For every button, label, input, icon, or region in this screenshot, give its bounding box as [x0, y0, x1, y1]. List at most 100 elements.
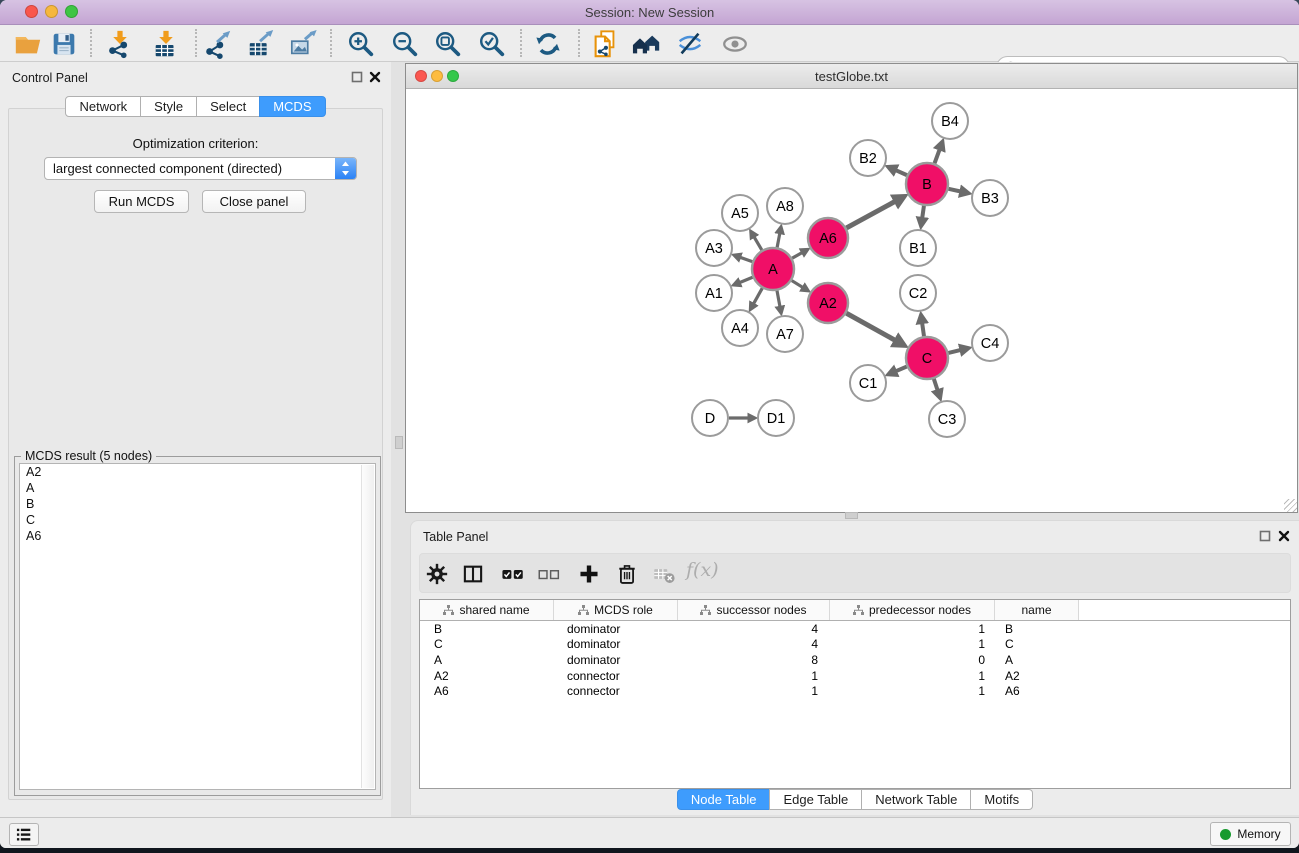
result-list-item[interactable]: A2 — [20, 464, 375, 480]
tab-node-table[interactable]: Node Table — [677, 789, 771, 810]
graph-edge-A-A7[interactable] — [777, 291, 780, 307]
add-column-icon[interactable] — [575, 560, 603, 588]
column-header-MCDS-role[interactable]: MCDS role — [554, 600, 678, 620]
network-canvas[interactable]: AA1A2A3A4A5A6A7A8BB1B2B3B4CC1C2C3C4DD1 — [406, 89, 1297, 512]
first-neighbors-icon[interactable] — [631, 28, 663, 60]
column-header-shared-name[interactable]: shared name — [420, 600, 554, 620]
table-cell: connector — [554, 684, 678, 698]
graph-edge-A-A5[interactable] — [754, 237, 762, 250]
graph-node-label: C2 — [909, 286, 928, 302]
tab-network-table[interactable]: Network Table — [861, 789, 971, 810]
horizontal-split-handle[interactable] — [845, 512, 858, 519]
function-builder-button[interactable]: f(x) — [686, 559, 719, 581]
tab-network[interactable]: Network — [65, 96, 141, 117]
table-cell: 1 — [830, 684, 995, 698]
table-cell: B — [420, 622, 554, 636]
graph-edge-C-C3[interactable] — [934, 379, 938, 391]
toolbar-separator — [578, 29, 580, 57]
table-cell: 1 — [678, 669, 830, 683]
table-row[interactable]: Cdominator41C — [420, 637, 1290, 653]
table-row[interactable]: Bdominator41B — [420, 621, 1290, 637]
import-table-icon[interactable] — [150, 28, 182, 60]
result-list-item[interactable]: A — [20, 480, 375, 496]
zoom-out-icon[interactable] — [389, 28, 421, 60]
resize-corner[interactable] — [1284, 499, 1297, 512]
export-network-icon[interactable] — [202, 28, 234, 60]
memory-button[interactable]: Memory — [1210, 822, 1291, 846]
tab-edge-table[interactable]: Edge Table — [769, 789, 862, 810]
table-cell: 1 — [830, 669, 995, 683]
graph-node-label: A5 — [731, 206, 749, 222]
graph-node-label: A8 — [776, 199, 794, 215]
graph-edge-C-C4[interactable] — [948, 350, 960, 353]
save-session-icon[interactable] — [48, 28, 80, 60]
graph-node-label: C — [922, 351, 932, 367]
zoom-selected-icon[interactable] — [476, 28, 508, 60]
float-panel-icon[interactable] — [1259, 530, 1271, 542]
tab-select[interactable]: Select — [196, 96, 260, 117]
close-panel-button[interactable]: Close panel — [202, 190, 306, 213]
graph-edge-A-A6[interactable] — [792, 253, 802, 259]
result-list-item[interactable]: B — [20, 496, 375, 512]
zoom-in-icon[interactable] — [345, 28, 377, 60]
graph-edge-B-B3[interactable] — [948, 189, 960, 192]
show-panel-icon[interactable] — [719, 28, 751, 60]
close-panel-icon[interactable] — [1278, 530, 1290, 542]
tab-style[interactable]: Style — [140, 96, 197, 117]
graph-edge-C-C1[interactable] — [896, 367, 907, 372]
table-row[interactable]: A6connector11A6 — [420, 683, 1290, 699]
graph-edge-C-C2[interactable] — [922, 323, 924, 336]
graph-node-label: B4 — [941, 114, 959, 130]
refresh-layout-icon[interactable] — [532, 28, 564, 60]
clone-network-icon[interactable] — [589, 28, 621, 60]
tab-mcds[interactable]: MCDS — [259, 96, 325, 117]
graph-edge-B-B2[interactable] — [895, 170, 906, 175]
list-scrollbar[interactable] — [361, 465, 374, 788]
column-header-name[interactable]: name — [995, 600, 1079, 620]
close-panel-icon[interactable] — [369, 71, 381, 83]
tab-motifs[interactable]: Motifs — [970, 789, 1033, 810]
graph-edge-A-A4[interactable] — [753, 288, 762, 304]
table-cell: 8 — [678, 653, 830, 667]
graph-edge-A-A3[interactable] — [740, 257, 752, 261]
graph-edge-A-A1[interactable] — [740, 277, 753, 282]
select-all-columns-icon[interactable] — [499, 560, 527, 588]
result-list-item[interactable]: A6 — [20, 528, 375, 544]
show-columns-icon[interactable] — [459, 560, 487, 588]
open-session-icon[interactable] — [12, 28, 44, 60]
graph-edge-B-B1[interactable] — [922, 206, 924, 219]
import-network-icon[interactable] — [104, 28, 136, 60]
table-row[interactable]: Adominator80A — [420, 652, 1290, 668]
table-header: shared nameMCDS rolesuccessor nodesprede… — [420, 600, 1290, 621]
unselect-all-columns-icon[interactable] — [535, 560, 563, 588]
vertical-split-handle[interactable] — [395, 436, 403, 449]
result-list-item[interactable]: C — [20, 512, 375, 528]
table-cell: C — [420, 637, 554, 651]
export-table-icon[interactable] — [245, 28, 277, 60]
float-panel-icon[interactable] — [351, 71, 363, 83]
optimization-criterion-select[interactable]: largest connected component (directed) — [44, 157, 357, 180]
column-header-predecessor-nodes[interactable]: predecessor nodes — [830, 600, 995, 620]
mcds-result-group: MCDS result (5 nodes) A2ABCA6 — [14, 456, 381, 796]
graph-node-label: C4 — [981, 336, 1000, 352]
hide-panel-icon[interactable] — [674, 28, 706, 60]
graph-edge-A-A2[interactable] — [792, 281, 803, 288]
table-cell: A2 — [995, 669, 1079, 683]
graph-edge-A2-C[interactable] — [846, 313, 895, 340]
delete-columns-icon[interactable] — [613, 560, 641, 588]
toolbar-separator — [195, 29, 197, 57]
column-header-successor-nodes[interactable]: successor nodes — [678, 600, 830, 620]
graph-edge-B-B4[interactable] — [935, 149, 940, 163]
export-image-icon[interactable] — [288, 28, 320, 60]
run-mcds-button[interactable]: Run MCDS — [94, 190, 189, 213]
list-icon — [13, 824, 35, 846]
table-cell: C — [995, 637, 1079, 651]
graph-node-label: B1 — [909, 241, 927, 257]
delete-table-icon[interactable] — [650, 560, 678, 588]
table-row[interactable]: A2connector11A2 — [420, 668, 1290, 684]
zoom-fit-icon[interactable] — [432, 28, 464, 60]
graph-edge-A-A8[interactable] — [777, 233, 780, 247]
graph-edge-A6-B[interactable] — [846, 201, 895, 228]
task-history-button[interactable] — [9, 823, 39, 846]
table-settings-icon[interactable] — [423, 560, 451, 588]
